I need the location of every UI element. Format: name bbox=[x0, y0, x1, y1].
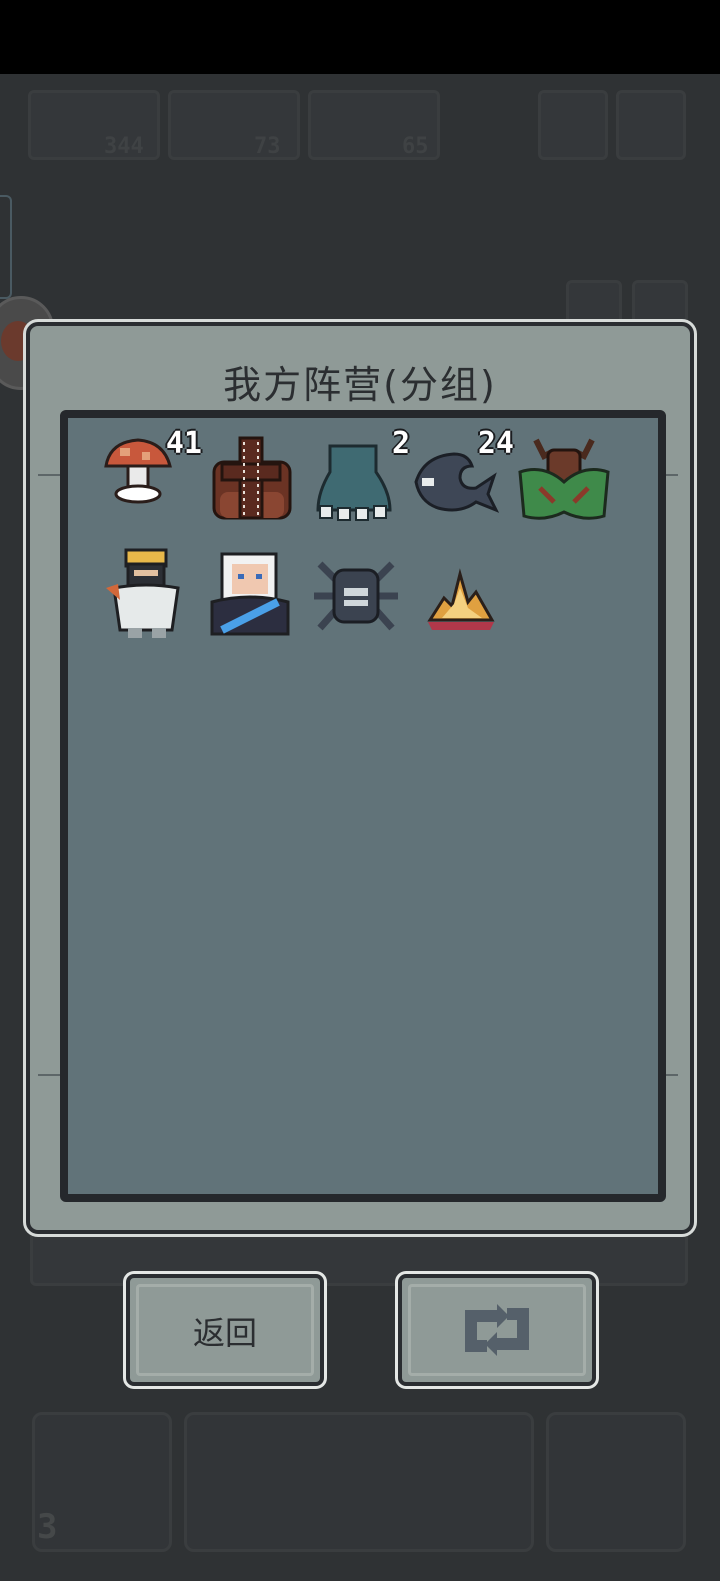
spider-icon bbox=[314, 561, 398, 631]
swap-button[interactable] bbox=[398, 1274, 596, 1386]
unit-count: 2 bbox=[391, 426, 410, 461]
unit-mushroom[interactable]: 41 bbox=[98, 426, 202, 532]
timer-slot bbox=[184, 1412, 534, 1552]
faction-panel: 我方阵营(分组) 41 2 24 bbox=[26, 322, 694, 1234]
hud-menu-button bbox=[538, 90, 608, 160]
hud-stat-2: 73 bbox=[254, 134, 281, 159]
unit-grey-fish[interactable]: 24 bbox=[410, 426, 514, 532]
sack-icon bbox=[212, 436, 292, 520]
unit-brown-sack[interactable] bbox=[202, 432, 302, 532]
unit-grid: 41 2 24 bbox=[60, 410, 666, 1202]
side-tab bbox=[0, 195, 12, 299]
sage-icon bbox=[210, 552, 290, 636]
unit-flame-crystal[interactable] bbox=[410, 544, 510, 644]
back-button-label: 返回 bbox=[192, 1314, 257, 1352]
bottom-count: 3 bbox=[37, 1507, 58, 1547]
panel-title: 我方阵营(分组) bbox=[223, 363, 497, 407]
status-bar bbox=[0, 0, 720, 74]
hud-stat-1: 344 bbox=[104, 134, 144, 159]
hud-stat-3: 65 bbox=[402, 134, 429, 159]
flame-crystal-icon bbox=[427, 568, 495, 630]
unit-blue-ghost[interactable]: 2 bbox=[306, 426, 410, 532]
unit-dark-spider[interactable] bbox=[306, 544, 406, 644]
warrior-icon bbox=[106, 548, 180, 638]
unit-antlered-beast[interactable] bbox=[514, 432, 614, 532]
back-button[interactable]: 返回 bbox=[126, 1274, 324, 1386]
hud-settings-button bbox=[616, 90, 686, 160]
unit-slot bbox=[546, 1412, 686, 1552]
unit-count: 41 bbox=[165, 426, 202, 461]
beast-icon bbox=[518, 438, 610, 520]
refresh-icon bbox=[465, 1304, 529, 1356]
cancel-slot: 3 bbox=[32, 1412, 172, 1552]
unit-count: 24 bbox=[477, 426, 514, 461]
unit-blonde-warrior[interactable] bbox=[98, 544, 198, 644]
unit-white-haired-sage[interactable] bbox=[202, 544, 302, 644]
